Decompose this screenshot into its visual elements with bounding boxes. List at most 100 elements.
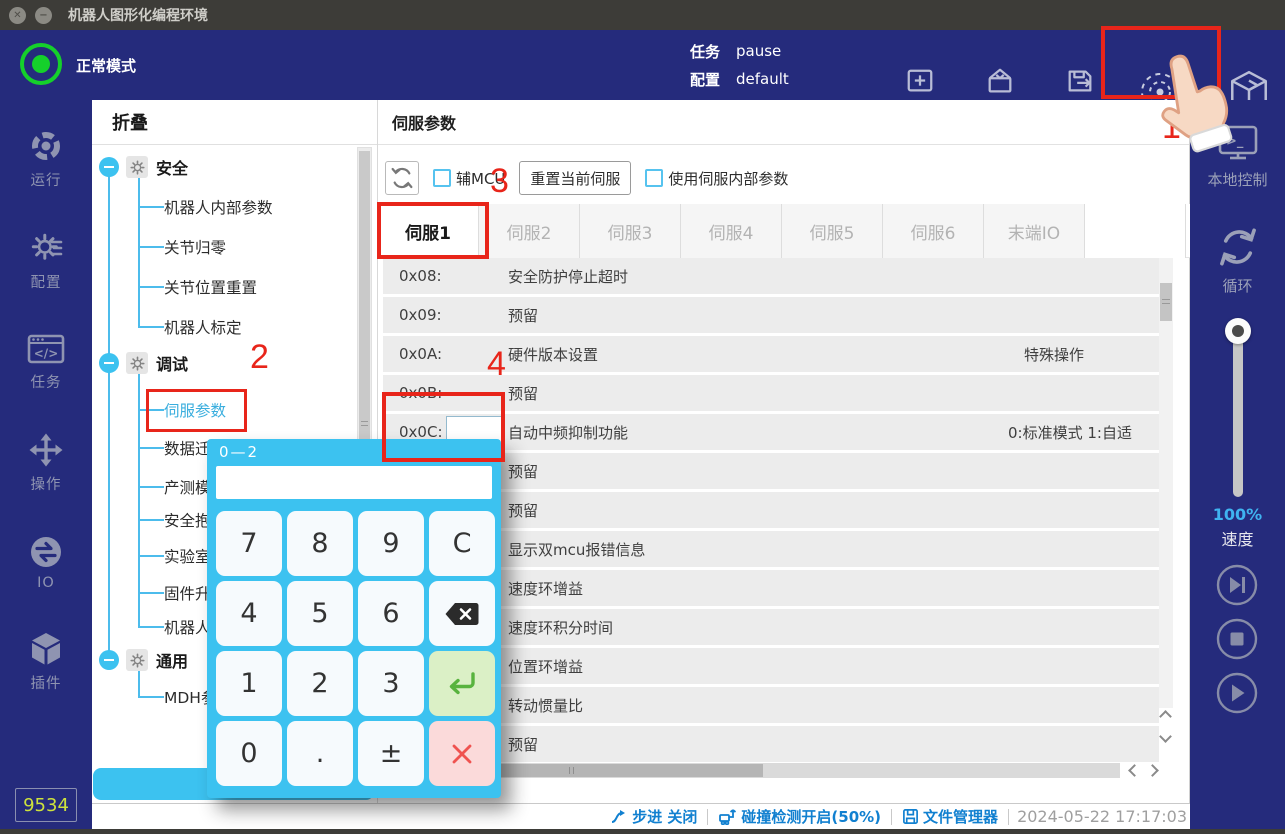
tab-servo-3[interactable]: 伺服3 [580, 204, 681, 258]
tree-item-production-test[interactable]: 产测模 [164, 475, 211, 499]
table-row[interactable]: 0x08: 安全防护停止超时 [383, 258, 1159, 294]
keypad-range-hint: 0—2 [219, 443, 259, 461]
speed-label: 速度 [1190, 526, 1285, 550]
table-row[interactable]: 0x09: 预留 [383, 297, 1159, 333]
tree-item-safety-brake[interactable]: 安全抱 [164, 508, 211, 532]
tab-servo-1[interactable]: 伺服1 [378, 204, 479, 258]
tab-servo-2[interactable]: 伺服2 [479, 204, 580, 258]
table-row[interactable]: 0x0B: 预留 [383, 375, 1159, 411]
key-5[interactable]: 5 [287, 581, 353, 646]
tree-item-robot[interactable]: 机器人 [164, 615, 211, 639]
step-mode-toggle[interactable]: 步进 关闭 [610, 806, 697, 827]
tree-connector-line [138, 177, 140, 327]
row-addr: 0x09: [383, 306, 491, 324]
tab-servo-5[interactable]: 伺服5 [782, 204, 883, 258]
key-8[interactable]: 8 [287, 511, 353, 576]
key-7[interactable]: 7 [216, 511, 282, 576]
sidebar-item-task[interactable]: </> 任务 [27, 332, 65, 392]
stop-button[interactable] [1216, 618, 1258, 660]
key-1[interactable]: 1 [216, 651, 282, 716]
gear-icon [126, 649, 148, 671]
tab-end-io[interactable]: 末端IO [984, 204, 1085, 258]
play-button[interactable] [1216, 672, 1258, 714]
key-dot[interactable]: . [287, 721, 353, 786]
keypad-grid: 7 8 9 C 4 5 6 1 2 3 [216, 511, 495, 786]
table-row[interactable]: 0x0A: 硬件版本设置 特殊操作 [383, 336, 1159, 372]
sidebar-item-plugin[interactable]: 插件 [28, 631, 64, 693]
status-datetime: 2024-05-22 17:17:03 [1017, 807, 1187, 826]
status-bar: 步进 关闭 碰撞检测开启(50%) 文件管理器 2 [92, 803, 1190, 829]
sidebar-item-run[interactable]: 运行 [28, 128, 64, 190]
reset-current-servo-button[interactable]: 重置当前伺服 [519, 161, 631, 195]
row-addr: 0x0B: [383, 384, 491, 402]
tree-group-safety[interactable]: 安全 [99, 153, 188, 181]
backspace-icon [444, 601, 480, 627]
tree-group-general[interactable]: 通用 [99, 646, 188, 674]
play-icon [1216, 672, 1258, 714]
key-3[interactable]: 3 [358, 651, 424, 716]
tree-item-robot-calibration[interactable]: 机器人标定 [164, 315, 242, 339]
tab-servo-6[interactable]: 伺服6 [883, 204, 984, 258]
use-internal-params-checkbox[interactable] [645, 169, 663, 187]
file-manager-button[interactable]: 文件管理器 [902, 806, 998, 827]
table-vscroll-thumb[interactable] [1160, 283, 1172, 321]
config-gear-icon [28, 230, 64, 266]
key-enter[interactable] [429, 651, 495, 716]
app-header: 正常模式 任务 pause 配置 default 新建 打开 保存 [0, 30, 1285, 100]
config-label: 配置 [690, 69, 720, 90]
speed-slider-track[interactable] [1233, 332, 1243, 497]
collision-detect-toggle[interactable]: 碰撞检测开启(50%) [718, 806, 881, 827]
tree-item-servo-params[interactable]: 伺服参数 [164, 398, 226, 422]
tree-item-laboratory[interactable]: 实验室 [164, 544, 211, 568]
loop-icon [1216, 225, 1260, 269]
tab-servo-4[interactable]: 伺服4 [681, 204, 782, 258]
refresh-button[interactable] [385, 161, 419, 195]
keypad-input[interactable] [216, 466, 492, 499]
collapse-minus-icon[interactable] [99, 650, 119, 670]
sidebar-item-operate[interactable]: 操作 [28, 432, 64, 494]
scroll-right-button[interactable] [1148, 766, 1157, 775]
tree-connector-line [108, 167, 110, 660]
aux-mcu-checkbox[interactable] [433, 169, 451, 187]
collapse-minus-icon[interactable] [99, 157, 119, 177]
local-control-button[interactable]: >_ 本地控制 [1190, 125, 1285, 190]
window-minimize-button[interactable]: − [35, 7, 52, 24]
key-clear[interactable]: C [429, 511, 495, 576]
window-titlebar: ✕ − 机器人图形化编程环境 [0, 0, 1285, 30]
row-addr: 0x0A: [383, 345, 491, 363]
row-name: 位置环增益 [491, 656, 977, 677]
sidebar-item-io[interactable]: IO [28, 534, 64, 591]
key-4[interactable]: 4 [216, 581, 282, 646]
key-plusminus[interactable]: ± [358, 721, 424, 786]
table-vertical-scrollbar[interactable] [1159, 258, 1173, 708]
key-6[interactable]: 6 [358, 581, 424, 646]
tree-item-joint-position-reset[interactable]: 关节位置重置 [164, 275, 257, 299]
scroll-left-button[interactable] [1130, 766, 1139, 775]
svg-text:>_: >_ [1226, 134, 1244, 149]
tree-item-data-migration[interactable]: 数据迁 [164, 436, 211, 460]
plugin-cube-icon [28, 631, 64, 667]
collapse-minus-icon[interactable] [99, 353, 119, 373]
tab-empty [1085, 204, 1186, 258]
key-9[interactable]: 9 [358, 511, 424, 576]
scroll-up-button[interactable] [1161, 712, 1170, 721]
row-note: 特殊操作 [977, 344, 1159, 365]
step-icon [610, 809, 628, 825]
tree-item-robot-internal-params[interactable]: 机器人内部参数 [164, 195, 273, 219]
tree-item-firmware-upgrade[interactable]: 固件升 [164, 581, 211, 605]
key-0[interactable]: 0 [216, 721, 282, 786]
loop-button[interactable]: 循环 [1190, 225, 1285, 296]
key-2[interactable]: 2 [287, 651, 353, 716]
speed-slider-knob[interactable] [1225, 318, 1251, 344]
sidebar-item-config[interactable]: 配置 [28, 230, 64, 292]
key-backspace[interactable] [429, 581, 495, 646]
key-close[interactable] [429, 721, 495, 786]
collapse-header[interactable]: 折叠 [92, 100, 377, 145]
window-close-button[interactable]: ✕ [9, 7, 26, 24]
scroll-down-button[interactable] [1161, 732, 1170, 741]
tree-group-debug[interactable]: 调试 [99, 349, 188, 377]
gear-icon [126, 352, 148, 374]
tree-item-joint-zeroing[interactable]: 关节归零 [164, 235, 226, 259]
robot-programming-environment: ✕ − 机器人图形化编程环境 正常模式 任务 pause 配置 default … [0, 0, 1285, 834]
step-next-button[interactable] [1216, 564, 1258, 606]
